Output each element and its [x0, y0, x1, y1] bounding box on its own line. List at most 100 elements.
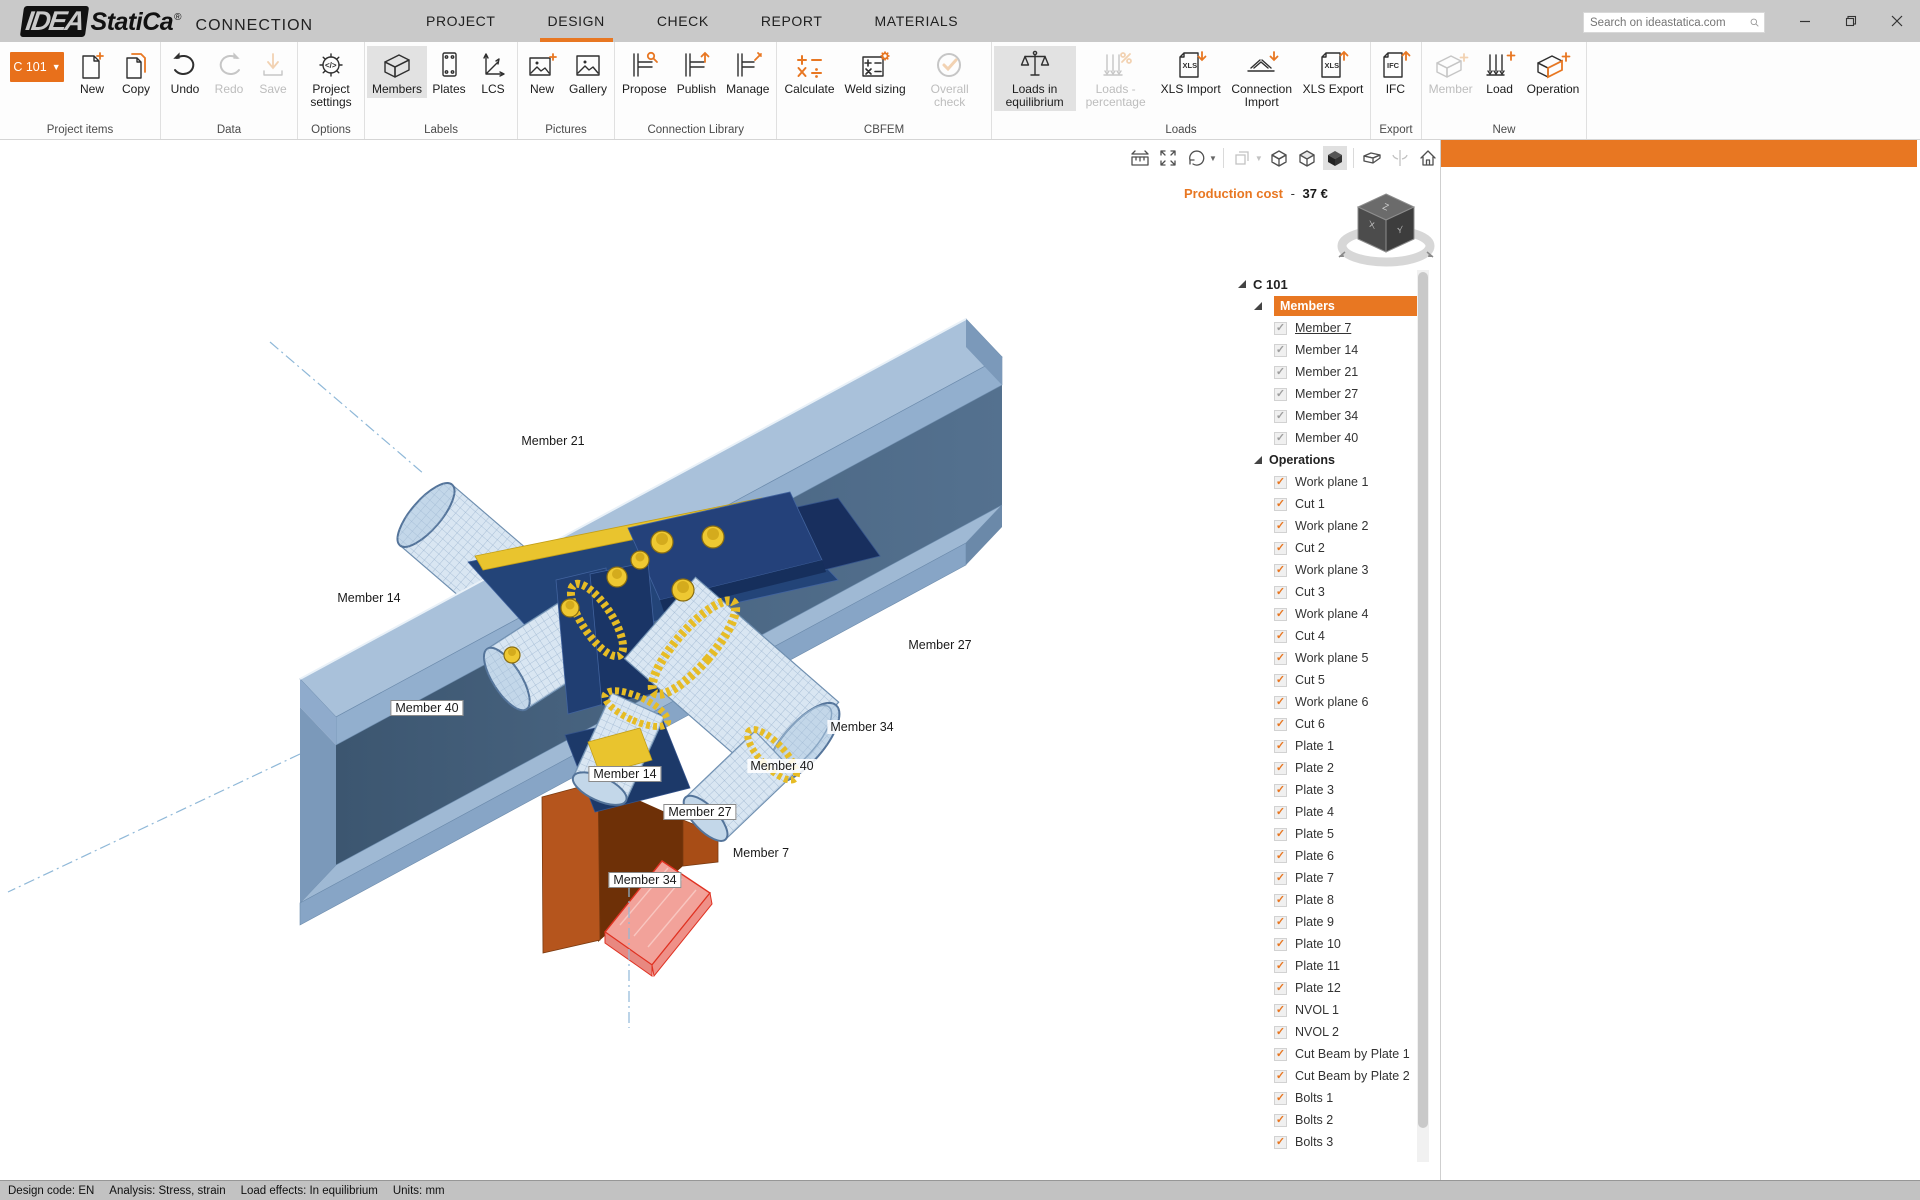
tree-operation-item[interactable]: ✓ NVOL 1 — [1232, 999, 1428, 1021]
tree-members-header[interactable]: Members — [1232, 295, 1428, 317]
expand-triangle-icon[interactable] — [1254, 456, 1262, 464]
ifc-export-button[interactable]: IFC IFC — [1373, 46, 1417, 98]
checkbox-icon[interactable]: ✓ — [1274, 850, 1287, 863]
tree-operation-item[interactable]: ✓ Cut 5 — [1232, 669, 1428, 691]
undo-button[interactable]: Undo — [163, 46, 207, 98]
checkbox-icon[interactable]: ✓ — [1274, 564, 1287, 577]
tree-operation-item[interactable]: ✓ Bolts 2 — [1232, 1109, 1428, 1131]
overall-check-button[interactable]: Overall check — [911, 46, 989, 111]
checkbox-icon[interactable]: ✓ — [1274, 498, 1287, 511]
checkbox-icon[interactable]: ✓ — [1274, 806, 1287, 819]
checkbox-icon[interactable]: ✓ — [1274, 432, 1287, 445]
members-labels-button[interactable]: Members — [367, 46, 427, 98]
new-load-button[interactable]: Load — [1478, 46, 1522, 98]
checkbox-icon[interactable]: ✓ — [1274, 1070, 1287, 1083]
checkbox-icon[interactable]: ✓ — [1274, 938, 1287, 951]
tree-operation-item[interactable]: ✓ Bolts 3 — [1232, 1131, 1428, 1153]
checkbox-icon[interactable]: ✓ — [1274, 784, 1287, 797]
close-button[interactable] — [1874, 0, 1920, 42]
expand-triangle-icon[interactable] — [1254, 302, 1262, 310]
measure-icon[interactable] — [1128, 146, 1152, 170]
tree-operation-item[interactable]: ✓ Plate 1 — [1232, 735, 1428, 757]
propose-button[interactable]: Propose — [617, 46, 672, 98]
manage-button[interactable]: Manage — [721, 46, 774, 98]
tree-operation-item[interactable]: ✓ Cut 4 — [1232, 625, 1428, 647]
tree-operation-item[interactable]: ✓ Cut 2 — [1232, 537, 1428, 559]
calculate-button[interactable]: Calculate — [779, 46, 839, 98]
checkbox-icon[interactable]: ✓ — [1274, 630, 1287, 643]
section-icon[interactable] — [1230, 146, 1254, 170]
checkbox-icon[interactable]: ✓ — [1274, 476, 1287, 489]
chevron-down-icon[interactable]: ▼ — [1209, 154, 1217, 163]
tree-root-item[interactable]: C 101 — [1232, 273, 1428, 295]
tree-operation-item[interactable]: ✓ Plate 2 — [1232, 757, 1428, 779]
loads-in-equilibrium-button[interactable]: Loads in equilibrium — [994, 46, 1076, 111]
tree-operation-item[interactable]: ✓ Cut 3 — [1232, 581, 1428, 603]
checkbox-icon[interactable]: ✓ — [1274, 982, 1287, 995]
checkbox-icon[interactable]: ✓ — [1274, 1048, 1287, 1061]
home-icon[interactable] — [1416, 146, 1440, 170]
publish-button[interactable]: Publish — [672, 46, 721, 98]
mirror-rotate-icon[interactable] — [1388, 146, 1412, 170]
gallery-button[interactable]: Gallery — [564, 46, 612, 98]
tree-operation-item[interactable]: ✓ Work plane 5 — [1232, 647, 1428, 669]
minimize-button[interactable] — [1782, 0, 1828, 42]
search-box[interactable] — [1583, 12, 1765, 33]
checkbox-icon[interactable]: ✓ — [1274, 740, 1287, 753]
checkbox-icon[interactable]: ✓ — [1274, 1026, 1287, 1039]
tree-member-item[interactable]: ✓ Member 40 — [1232, 427, 1428, 449]
new-operation-button[interactable]: Operation — [1522, 46, 1585, 98]
lcs-labels-button[interactable]: LCS — [471, 46, 515, 98]
search-input[interactable] — [1584, 17, 1750, 29]
new-member-button[interactable]: Member — [1424, 46, 1478, 98]
xls-export-button[interactable]: XLS XLS Export — [1298, 46, 1369, 98]
tree-operation-item[interactable]: ✓ Plate 9 — [1232, 911, 1428, 933]
menu-tab[interactable]: DESIGN — [522, 0, 631, 42]
menu-tab[interactable]: REPORT — [735, 0, 849, 42]
tree-operation-item[interactable]: ✓ Plate 5 — [1232, 823, 1428, 845]
menu-tab[interactable]: CHECK — [631, 0, 735, 42]
redo-button[interactable]: Redo — [207, 46, 251, 98]
checkbox-icon[interactable]: ✓ — [1274, 586, 1287, 599]
checkbox-icon[interactable]: ✓ — [1274, 718, 1287, 731]
checkbox-icon[interactable]: ✓ — [1274, 872, 1287, 885]
maximize-button[interactable] — [1828, 0, 1874, 42]
tree-operation-item[interactable]: ✓ Work plane 1 — [1232, 471, 1428, 493]
checkbox-icon[interactable]: ✓ — [1274, 674, 1287, 687]
checkbox-icon[interactable]: ✓ — [1274, 520, 1287, 533]
tree-member-item[interactable]: ✓ Member 21 — [1232, 361, 1428, 383]
new-project-item-button[interactable]: New — [70, 46, 114, 98]
checkbox-icon[interactable]: ✓ — [1274, 366, 1287, 379]
tree-operation-item[interactable]: ✓ Plate 6 — [1232, 845, 1428, 867]
tree-member-item[interactable]: ✓ Member 7 — [1232, 317, 1428, 339]
checkbox-icon[interactable]: ✓ — [1274, 1092, 1287, 1105]
checkbox-icon[interactable]: ✓ — [1274, 388, 1287, 401]
menu-tab[interactable]: PROJECT — [400, 0, 522, 42]
tree-operation-item[interactable]: ✓ Cut 6 — [1232, 713, 1428, 735]
clip-view-icon[interactable] — [1360, 146, 1384, 170]
chevron-down-icon[interactable]: ▼ — [1255, 154, 1263, 163]
checkbox-icon[interactable]: ✓ — [1274, 322, 1287, 335]
menu-tab[interactable]: MATERIALS — [849, 0, 985, 42]
tree-scrollbar[interactable] — [1417, 270, 1429, 1162]
copy-button[interactable]: Copy — [114, 46, 158, 98]
save-button[interactable]: Save — [251, 46, 295, 98]
checkbox-icon[interactable]: ✓ — [1274, 960, 1287, 973]
view-wireframe-icon[interactable] — [1267, 146, 1291, 170]
tree-member-item[interactable]: ✓ Member 34 — [1232, 405, 1428, 427]
checkbox-icon[interactable]: ✓ — [1274, 894, 1287, 907]
xls-import-button[interactable]: XLS XLS Import — [1156, 46, 1226, 98]
checkbox-icon[interactable]: ✓ — [1274, 1114, 1287, 1127]
checkbox-icon[interactable]: ✓ — [1274, 542, 1287, 555]
viewport-3d[interactable]: Member 21Member 14Member 27Member 40Memb… — [0, 140, 1440, 1180]
tree-operation-item[interactable]: ✓ Plate 10 — [1232, 933, 1428, 955]
view-solid-icon[interactable] — [1323, 146, 1347, 170]
orbit-icon[interactable] — [1184, 146, 1208, 170]
checkbox-icon[interactable]: ✓ — [1274, 344, 1287, 357]
view-shaded-icon[interactable] — [1295, 146, 1319, 170]
tree-operation-item[interactable]: ✓ Bolts 1 — [1232, 1087, 1428, 1109]
tree-member-item[interactable]: ✓ Member 27 — [1232, 383, 1428, 405]
plates-labels-button[interactable]: Plates — [427, 46, 471, 98]
tree-operation-item[interactable]: ✓ Work plane 6 — [1232, 691, 1428, 713]
connection-import-button[interactable]: Connection Import — [1226, 46, 1298, 111]
